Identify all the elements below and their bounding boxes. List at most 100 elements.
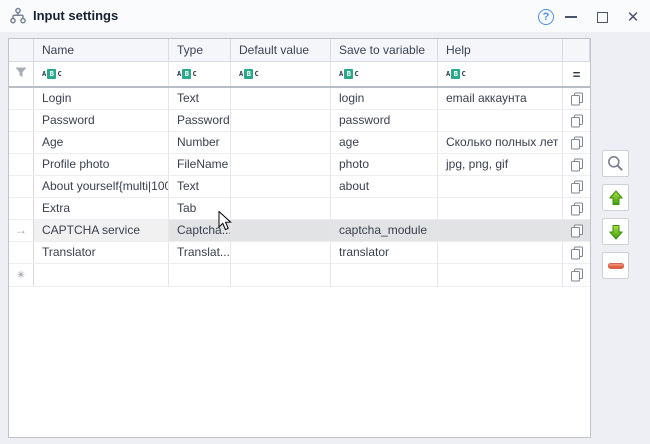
- filter-cell-type[interactable]: ABC: [169, 62, 231, 86]
- cell-name[interactable]: Translator: [34, 242, 169, 263]
- abc-letter: B: [451, 69, 460, 79]
- cell-copy: [563, 198, 590, 219]
- cell-type[interactable]: Text: [169, 176, 231, 197]
- filter-row: ABCABCABCABCABC=: [9, 62, 590, 88]
- cell-type[interactable]: Text: [169, 88, 231, 109]
- cell-variable[interactable]: password: [331, 110, 438, 131]
- cell-default[interactable]: [231, 198, 331, 219]
- close-button[interactable]: ✕: [623, 7, 643, 27]
- cell-variable[interactable]: photo: [331, 154, 438, 175]
- cell-variable[interactable]: age: [331, 132, 438, 153]
- hierarchy-app-icon: [9, 7, 27, 25]
- cell-name[interactable]: About yourself{multi|100}: [34, 176, 169, 197]
- column-header-type[interactable]: Type: [169, 39, 231, 61]
- minimize-button[interactable]: [561, 7, 581, 27]
- cell-variable[interactable]: captcha_module: [331, 220, 438, 241]
- cell-help[interactable]: [438, 176, 563, 197]
- cell-variable[interactable]: [331, 198, 438, 219]
- cell-type[interactable]: Captcha...: [169, 220, 231, 241]
- table-row[interactable]: →CAPTCHA serviceCaptcha...captcha_module: [9, 220, 590, 242]
- copy-icon[interactable]: [563, 110, 590, 131]
- new-row-cell-variable[interactable]: [331, 264, 438, 286]
- help-button[interactable]: ?: [536, 7, 556, 27]
- cell-help[interactable]: [438, 198, 563, 219]
- cell-name[interactable]: Login: [34, 88, 169, 109]
- cell-default[interactable]: [231, 176, 331, 197]
- filter-cell-default[interactable]: ABC: [231, 62, 331, 86]
- cell-type[interactable]: Password: [169, 110, 231, 131]
- cell-help[interactable]: jpg, png, gif: [438, 154, 563, 175]
- copy-icon[interactable]: [563, 242, 590, 263]
- cell-default[interactable]: [231, 110, 331, 131]
- abc-letter: C: [254, 70, 258, 78]
- cell-name[interactable]: Password: [34, 110, 169, 131]
- cell-name[interactable]: Extra: [34, 198, 169, 219]
- copy-icon[interactable]: [563, 264, 590, 286]
- copy-icon[interactable]: [563, 198, 590, 219]
- new-row[interactable]: ✳: [9, 264, 590, 287]
- table-row[interactable]: AgeNumber ageСколько полных лет: [9, 132, 590, 154]
- close-icon: ✕: [627, 10, 640, 25]
- cell-help[interactable]: email аккаунта: [438, 88, 563, 109]
- cell-default[interactable]: [231, 242, 331, 263]
- filter-cell-name[interactable]: ABC: [34, 62, 169, 86]
- column-header-variable[interactable]: Save to variable: [331, 39, 438, 61]
- column-header-default[interactable]: Default value: [231, 39, 331, 61]
- move-up-button[interactable]: [602, 184, 629, 211]
- copy-icon[interactable]: [563, 176, 590, 197]
- cell-copy: [563, 132, 590, 153]
- cell-name[interactable]: Profile photo: [34, 154, 169, 175]
- cell-name[interactable]: Age: [34, 132, 169, 153]
- filter-cell-help[interactable]: ABC: [438, 62, 563, 86]
- abc-filter-icon: ABC: [42, 69, 62, 79]
- table-header-row: NameTypeDefault valueSave to variableHel…: [9, 39, 590, 62]
- cell-default[interactable]: [231, 220, 331, 241]
- column-header-name[interactable]: Name: [34, 39, 169, 61]
- filter-cell-variable[interactable]: ABC: [331, 62, 438, 86]
- column-header-help[interactable]: Help: [438, 39, 563, 61]
- column-header-indicator[interactable]: [9, 39, 34, 61]
- cell-name[interactable]: CAPTCHA service: [34, 220, 169, 241]
- filter-cell-indicator[interactable]: [9, 62, 34, 86]
- abc-letter: B: [344, 69, 353, 79]
- table-row[interactable]: TranslatorTranslat... translator: [9, 242, 590, 264]
- cell-type[interactable]: Tab: [169, 198, 231, 219]
- cell-copy: [563, 176, 590, 197]
- green-down-arrow-icon: [608, 224, 624, 240]
- copy-icon[interactable]: [563, 220, 590, 241]
- copy-icon[interactable]: [563, 132, 590, 153]
- cell-default[interactable]: [231, 132, 331, 153]
- cell-help[interactable]: [438, 110, 563, 131]
- copy-icon[interactable]: [563, 154, 590, 175]
- table-row[interactable]: About yourself{multi|100}Text about: [9, 176, 590, 198]
- table-row[interactable]: Profile photoFileName photojpg, png, gif: [9, 154, 590, 176]
- table-empty-area: [9, 287, 590, 437]
- remove-button[interactable]: [602, 252, 629, 279]
- cell-help[interactable]: Сколько полных лет: [438, 132, 563, 153]
- table-row[interactable]: ExtraTab: [9, 198, 590, 220]
- new-row-cell-default[interactable]: [231, 264, 331, 286]
- cell-default[interactable]: [231, 88, 331, 109]
- cell-type[interactable]: Number: [169, 132, 231, 153]
- table-row[interactable]: PasswordPassword password: [9, 110, 590, 132]
- table-row[interactable]: LoginText loginemail аккаунта: [9, 88, 590, 110]
- cell-default[interactable]: [231, 154, 331, 175]
- move-down-button[interactable]: [602, 218, 629, 245]
- filter-cell-copy[interactable]: =: [563, 62, 590, 86]
- cell-copy: [563, 220, 590, 241]
- cell-type[interactable]: FileName: [169, 154, 231, 175]
- cell-variable[interactable]: about: [331, 176, 438, 197]
- cell-help[interactable]: [438, 242, 563, 263]
- cell-help[interactable]: [438, 220, 563, 241]
- new-row-cell-type[interactable]: [169, 264, 231, 286]
- search-button[interactable]: [602, 150, 629, 177]
- new-row-cell-name[interactable]: [34, 264, 169, 286]
- maximize-button[interactable]: [592, 7, 612, 27]
- cell-variable[interactable]: login: [331, 88, 438, 109]
- cell-type[interactable]: Translat...: [169, 242, 231, 263]
- copy-icon[interactable]: [563, 88, 590, 109]
- column-header-copy[interactable]: [563, 39, 590, 61]
- cell-variable[interactable]: translator: [331, 242, 438, 263]
- new-row-cell-help[interactable]: [438, 264, 563, 286]
- cell-copy: [563, 110, 590, 131]
